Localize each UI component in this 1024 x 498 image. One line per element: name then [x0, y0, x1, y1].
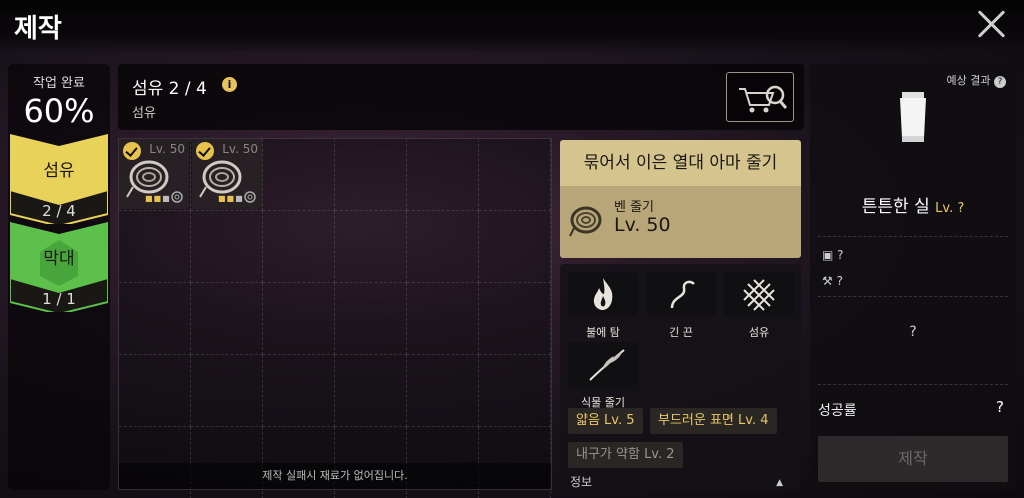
step-fiber-name: 섬유 — [43, 161, 75, 181]
inventory-grid: Lv. 50 ■■■ Lv. 50 ■■■ 제작 실패시 재료가 없어집니다. — [118, 138, 552, 498]
result-level: Lv. ? — [935, 201, 965, 216]
inventory-cell[interactable] — [263, 355, 335, 427]
inventory-cell[interactable] — [191, 355, 263, 427]
attr-long-string[interactable]: 긴 끈 — [646, 272, 716, 340]
inventory-cell[interactable] — [119, 283, 191, 355]
quality-dots: ■■■ — [145, 194, 171, 203]
inventory-cell[interactable] — [263, 139, 335, 211]
quality-dots: ■■■ — [218, 194, 244, 203]
stat-row-box: ▣ ? — [822, 248, 844, 262]
inventory-cell[interactable] — [119, 355, 191, 427]
item-detail-level: Lv. 50 — [614, 214, 671, 236]
box-icon: ▣ — [822, 248, 834, 262]
plant-stem-icon — [589, 349, 625, 381]
info-tab[interactable]: 정보 — [570, 473, 592, 490]
inventory-slot-1[interactable]: Lv. 50 ■■■ — [119, 139, 189, 209]
material-header: 섬유 2 / 4 i 섬유 — [118, 64, 804, 130]
string-icon — [670, 280, 695, 309]
inventory-cell[interactable] — [479, 283, 551, 355]
step-fiber-count: 2 / 4 — [42, 202, 76, 220]
result-item-name: 튼튼한 실 Lv. ? — [810, 192, 1016, 217]
material-title: 섬유 2 / 4 — [132, 79, 207, 99]
inventory-cell[interactable] — [479, 211, 551, 283]
step-rod-count: 1 / 1 — [42, 290, 76, 308]
divider — [818, 236, 1008, 237]
inventory-cell[interactable] — [479, 139, 551, 211]
cart-search-icon — [739, 85, 788, 113]
expected-result-label: 예상 결과 ? — [947, 72, 1006, 88]
help-icon[interactable]: ? — [994, 76, 1006, 88]
item-detail-subtype: 벤 줄기 — [614, 200, 655, 215]
hammer-icon: ⚒ — [822, 274, 833, 288]
inventory-cell[interactable] — [191, 211, 263, 283]
attr-label: 불에 탐 — [586, 326, 620, 339]
attr-label: 섬유 — [748, 326, 770, 339]
attr-label: 긴 끈 — [669, 326, 693, 339]
progress-value: 60% — [23, 92, 95, 130]
success-rate-label: 성공률 — [818, 403, 857, 419]
craft-button[interactable]: 제작 — [818, 436, 1008, 482]
slot-level: Lv. 50 — [222, 142, 258, 156]
divider — [818, 296, 1008, 297]
flame-icon — [593, 278, 613, 310]
material-subtitle: 섬유 — [132, 106, 156, 121]
inventory-slot-2[interactable]: Lv. 50 ■■■ — [192, 139, 262, 209]
selected-check-icon — [196, 142, 214, 160]
expected-result-text: 예상 결과 — [946, 74, 991, 87]
slot-level: Lv. 50 — [149, 142, 185, 156]
thread-spool-icon — [900, 92, 926, 142]
step-rod-name: 막대 — [43, 249, 75, 269]
attr-plant-stem[interactable]: 식물 줄기 — [568, 342, 638, 410]
inventory-cell[interactable] — [335, 355, 407, 427]
inventory-cell[interactable] — [407, 139, 479, 211]
inventory-cell[interactable] — [335, 283, 407, 355]
inventory-cell[interactable] — [119, 211, 191, 283]
title-bar: 제작 — [0, 0, 1024, 52]
attr-fiber[interactable]: 섬유 — [724, 272, 794, 340]
close-icon[interactable] — [976, 8, 1008, 40]
result-name-text: 튼튼한 실 — [861, 197, 930, 217]
inventory-cell[interactable] — [407, 355, 479, 427]
inventory-cell[interactable] — [191, 283, 263, 355]
selected-check-icon — [123, 142, 141, 160]
result-unknown: ? — [909, 324, 917, 340]
inventory-cell[interactable] — [407, 283, 479, 355]
stat-row-hammer: ⚒ ? — [822, 274, 843, 288]
trait-smooth-surface[interactable]: 부드러운 표면 Lv. 4 — [650, 408, 777, 434]
item-attributes-panel: 불에 탐 긴 끈 섬유 식물 줄기 얇음 Lv. 5 부드러운 표면 Lv. 4… — [560, 264, 801, 490]
stat-value: ? — [836, 274, 843, 288]
inventory-cell[interactable] — [335, 211, 407, 283]
shop-search-button[interactable] — [726, 72, 794, 122]
success-rate-value: ? — [996, 398, 1004, 416]
item-detail-title: 묶어서 이은 열대 아마 줄기 — [560, 140, 801, 186]
inventory-cell[interactable] — [479, 355, 551, 427]
window-title: 제작 — [14, 14, 62, 44]
craft-warning: 제작 실패시 재료가 없어집니다. — [119, 463, 551, 489]
info-icon[interactable]: i — [222, 77, 237, 92]
inventory-cell[interactable] — [407, 211, 479, 283]
trait-thin[interactable]: 얇음 Lv. 5 — [568, 408, 643, 434]
result-panel: 예상 결과 ? 튼튼한 실 Lv. ? ▣ ? ⚒ ? ? 성공률 ? 제작 — [810, 64, 1016, 490]
item-detail-body: 벤 줄기 Lv. 50 — [560, 186, 801, 258]
craft-steps-panel: 작업 완료 60% 섬유 2 / 4 막대 1 / 1 — [8, 64, 110, 490]
inventory-cell[interactable] — [263, 211, 335, 283]
inventory-cell[interactable] — [263, 283, 335, 355]
trait-weak-durability[interactable]: 내구가 약함 Lv. 2 — [568, 442, 683, 468]
fiber-bundle-icon — [569, 206, 602, 237]
divider — [818, 384, 1008, 385]
attr-flammable[interactable]: 불에 탐 — [568, 272, 638, 340]
stat-value: ? — [837, 248, 844, 262]
weave-icon — [743, 279, 775, 311]
inventory-cell[interactable] — [335, 139, 407, 211]
progress-label: 작업 완료 — [33, 76, 85, 91]
expand-arrow-icon[interactable]: ▲ — [776, 478, 783, 488]
